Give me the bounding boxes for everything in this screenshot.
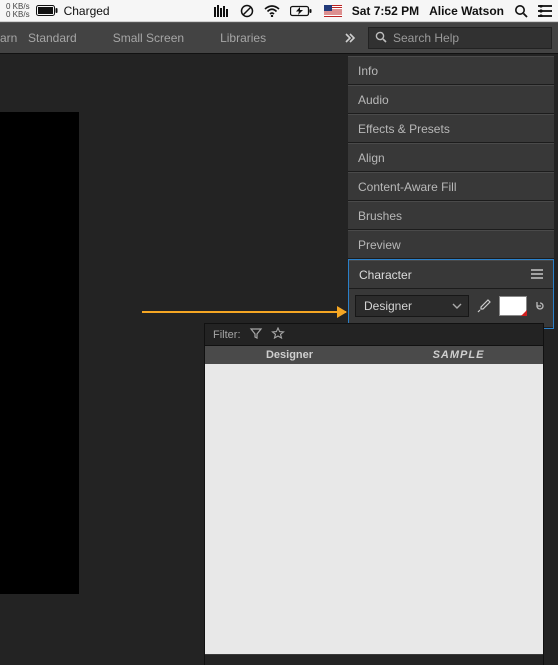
font-list-header: Designer SAMPLE xyxy=(205,346,543,364)
filter-category-icon[interactable] xyxy=(249,327,263,342)
reset-icon[interactable] xyxy=(533,295,547,317)
panel-tab-audio[interactable]: Audio xyxy=(348,85,554,114)
audio-levels-icon[interactable] xyxy=(214,5,230,17)
font-family-select[interactable]: Designer xyxy=(355,295,469,317)
workspace-tabstrip: arn Standard Small Screen Libraries xyxy=(0,22,558,54)
menubar-clock[interactable]: Sat 7:52 PM xyxy=(352,4,419,18)
battery-charging-icon[interactable] xyxy=(290,5,314,17)
fill-color-swatch[interactable] xyxy=(499,296,527,316)
annotation-arrow xyxy=(142,311,346,313)
panel-tab-preview[interactable]: Preview xyxy=(348,230,554,259)
filter-favorites-icon[interactable] xyxy=(271,327,285,342)
do-not-disturb-icon[interactable] xyxy=(240,4,254,18)
tabs-overflow-icon[interactable] xyxy=(340,33,360,43)
eyedropper-icon[interactable] xyxy=(475,295,493,317)
panel-tab-align[interactable]: Align xyxy=(348,143,554,172)
tab-learn-partial[interactable]: arn xyxy=(0,23,10,53)
panel-menu-icon[interactable] xyxy=(531,268,543,282)
character-panel-header[interactable]: Character xyxy=(349,260,553,289)
panel-tab-content-aware-fill[interactable]: Content-Aware Fill xyxy=(348,172,554,201)
battery-icon xyxy=(36,5,58,16)
menubar-username[interactable]: Alice Watson xyxy=(429,4,504,18)
notification-center-icon[interactable] xyxy=(538,5,552,17)
panel-tab-info[interactable]: Info xyxy=(348,56,554,85)
help-search[interactable] xyxy=(368,27,552,49)
wifi-icon[interactable] xyxy=(264,5,280,17)
spotlight-icon[interactable] xyxy=(514,4,528,18)
tab-small-screen[interactable]: Small Screen xyxy=(95,23,202,53)
help-search-input[interactable] xyxy=(393,31,545,45)
font-list[interactable] xyxy=(205,364,543,654)
font-filter-bar: Filter: xyxy=(205,324,543,346)
input-source-flag-icon[interactable] xyxy=(324,5,342,17)
font-list-header-sample: SAMPLE xyxy=(374,349,543,361)
tab-libraries[interactable]: Libraries xyxy=(202,23,284,53)
popup-resize-handle[interactable] xyxy=(205,654,543,665)
search-icon xyxy=(375,31,387,46)
font-dropdown-popup: Filter: Designer SAMPLE xyxy=(204,323,544,665)
network-speed-indicator: 0 KB/s 0 KB/s xyxy=(6,3,30,19)
character-panel-title: Character xyxy=(359,268,412,282)
composition-viewer[interactable] xyxy=(0,112,79,594)
font-filter-label: Filter: xyxy=(213,329,241,341)
app-window: arn Standard Small Screen Libraries Info… xyxy=(0,22,558,665)
tab-standard[interactable]: Standard xyxy=(10,23,95,53)
character-panel: Character Designer xyxy=(348,259,554,329)
panel-tab-effects-presets[interactable]: Effects & Presets xyxy=(348,114,554,143)
panel-tab-brushes[interactable]: Brushes xyxy=(348,201,554,230)
mac-menubar: 0 KB/s 0 KB/s Charged Sat 7:52 PM Alice … xyxy=(0,0,558,22)
battery-status-text: Charged xyxy=(64,4,110,18)
right-panel-column: Info Audio Effects & Presets Align Conte… xyxy=(348,56,554,329)
font-list-header-name: Designer xyxy=(205,349,374,361)
font-family-value: Designer xyxy=(364,299,412,313)
chevron-down-icon xyxy=(450,303,464,309)
